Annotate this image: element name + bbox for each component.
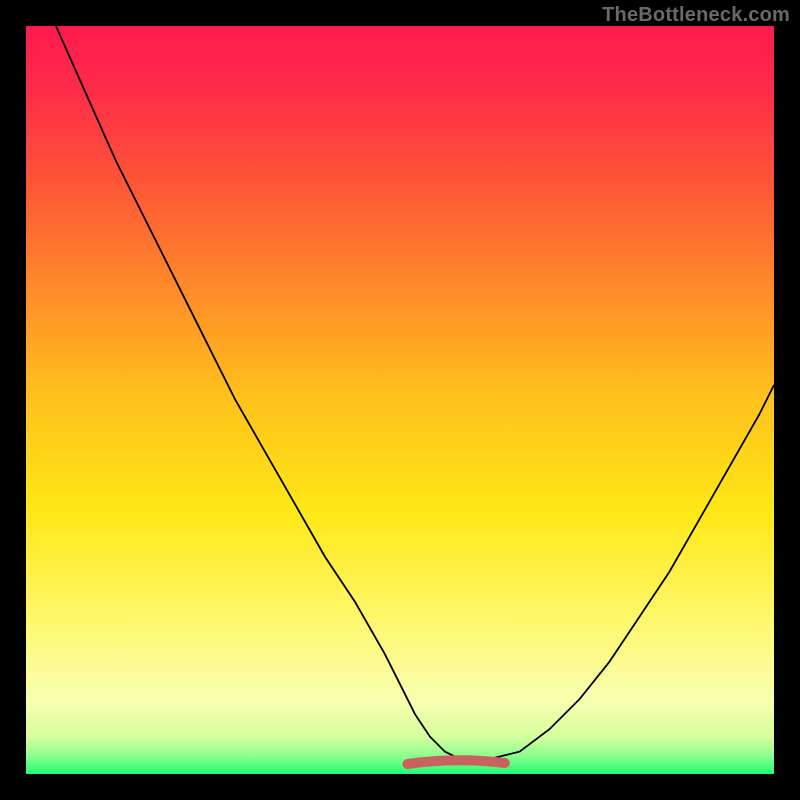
plot-area: [26, 26, 774, 774]
chart-svg: [26, 26, 774, 774]
gradient-rect: [26, 26, 774, 774]
watermark-text: TheBottleneck.com: [602, 4, 790, 27]
curve-bottom-highlight: [408, 760, 505, 764]
chart-frame: TheBottleneck.com: [0, 0, 800, 800]
